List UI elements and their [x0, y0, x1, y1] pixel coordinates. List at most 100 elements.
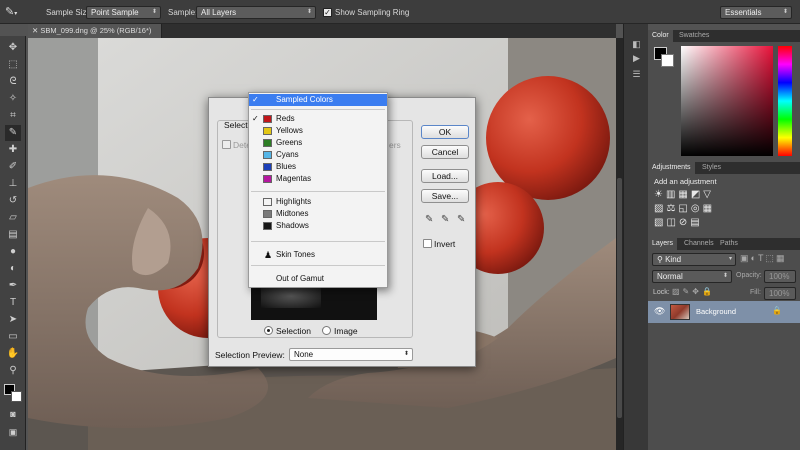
menu-item-highlights[interactable]: Highlights: [249, 196, 387, 208]
properties-panel-icon[interactable]: ☰: [630, 68, 643, 80]
tab-paths[interactable]: Paths: [716, 238, 742, 250]
background-color-swatch[interactable]: [11, 391, 22, 402]
opacity-field[interactable]: 100%: [764, 270, 796, 283]
menu-item-midtones[interactable]: Midtones: [249, 208, 387, 220]
save-button[interactable]: Save...: [421, 189, 469, 203]
pen-tool-icon[interactable]: ✒: [5, 278, 21, 294]
history-panel-icon[interactable]: ◧: [630, 38, 643, 50]
history-brush-tool-icon[interactable]: ↺: [5, 193, 21, 209]
detect-faces-checkbox[interactable]: [222, 140, 231, 149]
invert-checkbox[interactable]: [423, 239, 432, 248]
zoom-tool-icon[interactable]: ⚲: [5, 363, 21, 379]
menu-separator: [251, 265, 385, 266]
document-title: SBM_099.dng @ 25% (RGB/16*): [40, 26, 152, 35]
menu-item-label: Blues: [276, 162, 297, 171]
blur-tool-icon[interactable]: ●: [5, 244, 21, 260]
chevron-down-icon: ▾: [728, 256, 732, 262]
menu-item-sampled-colors[interactable]: ✓ Sampled Colors: [249, 94, 387, 106]
eyedropper-tool-icon[interactable]: ✎: [5, 125, 21, 141]
rectangle-tool-icon[interactable]: ▭: [5, 329, 21, 345]
layer-row-background[interactable]: 👁 Background 🔒: [648, 301, 800, 323]
fill-field[interactable]: 100%: [764, 287, 796, 300]
eye-icon[interactable]: 👁: [654, 306, 665, 317]
adjustment-icons[interactable]: ☀▥▦◩▽ ▨⚖◱◎▦ ▧◫⊘▤: [654, 188, 759, 234]
tab-layers[interactable]: Layers: [648, 238, 678, 250]
quick-selection-tool-icon[interactable]: ✧: [5, 91, 21, 107]
actions-panel-icon[interactable]: ▶: [630, 52, 643, 64]
show-sampling-ring-checkbox[interactable]: ✓: [323, 8, 332, 17]
crop-tool-icon[interactable]: ⌗: [5, 108, 21, 124]
menu-item-blues[interactable]: Blues: [249, 161, 387, 173]
menu-item-label: Out of Gamut: [276, 274, 325, 283]
adjustments-panel-tabs: Adjustments Styles: [648, 162, 800, 174]
magentas-swatch: [263, 175, 272, 183]
lasso-tool-icon[interactable]: ᘓ: [5, 74, 21, 90]
clone-stamp-tool-icon[interactable]: ⊥: [5, 176, 21, 192]
layer-name: Background: [696, 307, 737, 316]
blend-mode-select[interactable]: Normal ⬍: [652, 270, 732, 283]
lock-icons[interactable]: ▨✎✥🔒: [672, 287, 715, 296]
right-panels: Color Swatches Adjustments Styles Add an…: [648, 30, 800, 450]
screen-mode-icon[interactable]: ▣: [5, 424, 21, 440]
lock-label: Lock:: [653, 289, 670, 296]
brush-tool-icon[interactable]: ✐: [5, 159, 21, 175]
layer-filter-icons[interactable]: ▣◐T⬚▦: [740, 253, 786, 264]
hue-slider[interactable]: [778, 46, 792, 156]
type-tool-icon[interactable]: T: [5, 295, 21, 311]
document-tab-bar: ✕ SBM_099.dng @ 25% (RGB/16*): [28, 24, 616, 38]
menu-item-shadows[interactable]: Shadows: [249, 220, 387, 232]
hand-tool-icon[interactable]: ✋: [5, 346, 21, 362]
tab-swatches[interactable]: Swatches: [675, 30, 713, 42]
menu-item-reds[interactable]: ✓ Reds: [249, 113, 387, 125]
path-selection-tool-icon[interactable]: ➤: [5, 312, 21, 328]
blend-mode-value: Normal: [657, 272, 683, 281]
check-icon: ✓: [252, 114, 259, 123]
menu-item-skin-tones[interactable]: ♟ Skin Tones: [249, 249, 387, 261]
sample-select[interactable]: All Layers ⬍: [196, 6, 316, 19]
image-radio[interactable]: [322, 326, 331, 335]
chevron-updown-icon: ⬍: [403, 351, 409, 357]
tab-channels[interactable]: Channels: [680, 238, 718, 250]
opacity-value: 100%: [769, 272, 790, 281]
color-field[interactable]: [681, 46, 773, 156]
color-panel-background[interactable]: [661, 54, 674, 67]
tab-adjustments[interactable]: Adjustments: [648, 162, 695, 174]
load-button[interactable]: Load...: [421, 169, 469, 183]
healing-brush-tool-icon[interactable]: ✚: [5, 142, 21, 158]
dodge-tool-icon[interactable]: ◐: [5, 261, 21, 277]
selection-radio-label: Selection: [276, 326, 311, 336]
document-tab[interactable]: ✕ SBM_099.dng @ 25% (RGB/16*): [28, 24, 163, 38]
marquee-tool-icon[interactable]: ⬚: [5, 57, 21, 73]
menu-item-cyans[interactable]: Cyans: [249, 149, 387, 161]
eyedropper-plus-icon[interactable]: ✎: [441, 214, 449, 225]
ok-button[interactable]: OK: [421, 125, 469, 139]
check-icon: ✓: [252, 95, 259, 104]
sample-size-select[interactable]: Point Sample ⬍: [86, 6, 161, 19]
eyedropper-tool-preset-icon[interactable]: ✎▾: [5, 4, 27, 20]
quick-mask-icon[interactable]: ◙: [5, 406, 21, 422]
sample-label: Sample:: [168, 8, 198, 17]
selection-preview-select[interactable]: None ⬍: [289, 348, 413, 361]
layer-filter-select[interactable]: ⚲ Kind ▾: [652, 253, 736, 266]
tab-color[interactable]: Color: [648, 30, 673, 42]
menu-item-magentas[interactable]: Magentas: [249, 173, 387, 185]
menu-item-out-of-gamut[interactable]: Out of Gamut: [249, 273, 387, 285]
eraser-tool-icon[interactable]: ▱: [5, 210, 21, 226]
cyans-swatch: [263, 151, 272, 159]
layer-filter-value: Kind: [665, 255, 682, 264]
selection-radio[interactable]: [264, 326, 273, 335]
eyedropper-icon[interactable]: ✎: [425, 214, 433, 225]
gradient-tool-icon[interactable]: ▤: [5, 227, 21, 243]
selection-preview-label: Selection Preview:: [215, 350, 285, 360]
scrollbar-thumb[interactable]: [617, 178, 622, 418]
menu-item-label: Yellows: [276, 126, 303, 135]
workspace-select[interactable]: Essentials ⬍: [720, 6, 792, 19]
cancel-button[interactable]: Cancel: [421, 145, 469, 159]
tab-styles[interactable]: Styles: [698, 162, 725, 174]
canvas-vertical-scrollbar[interactable]: [616, 38, 623, 450]
move-tool-icon[interactable]: ✥: [5, 40, 21, 56]
panel-icon-strip: ◧ ▶ ☰: [623, 24, 648, 450]
menu-item-yellows[interactable]: Yellows: [249, 125, 387, 137]
eyedropper-minus-icon[interactable]: ✎: [457, 214, 465, 225]
menu-item-greens[interactable]: Greens: [249, 137, 387, 149]
